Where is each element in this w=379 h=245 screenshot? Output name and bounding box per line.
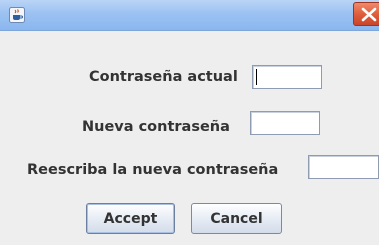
new-password-field[interactable] xyxy=(250,111,320,135)
close-button[interactable] xyxy=(353,2,379,26)
new-password-label: Nueva contraseña xyxy=(82,119,230,135)
password-dialog: Contraseña actual Nueva contraseña Reesc… xyxy=(0,0,379,245)
repeat-password-label: Reescriba la nueva contraseña xyxy=(27,162,279,178)
close-x-icon xyxy=(361,7,377,22)
current-password-field[interactable] xyxy=(252,65,322,89)
text-caret xyxy=(256,69,257,85)
title-bar[interactable] xyxy=(0,0,379,31)
cancel-button[interactable]: Cancel xyxy=(191,203,282,234)
repeat-password-field[interactable] xyxy=(308,155,379,179)
current-password-label: Contraseña actual xyxy=(89,69,238,85)
java-coffee-cup-icon xyxy=(9,7,25,23)
accept-button[interactable]: Accept xyxy=(86,203,175,234)
